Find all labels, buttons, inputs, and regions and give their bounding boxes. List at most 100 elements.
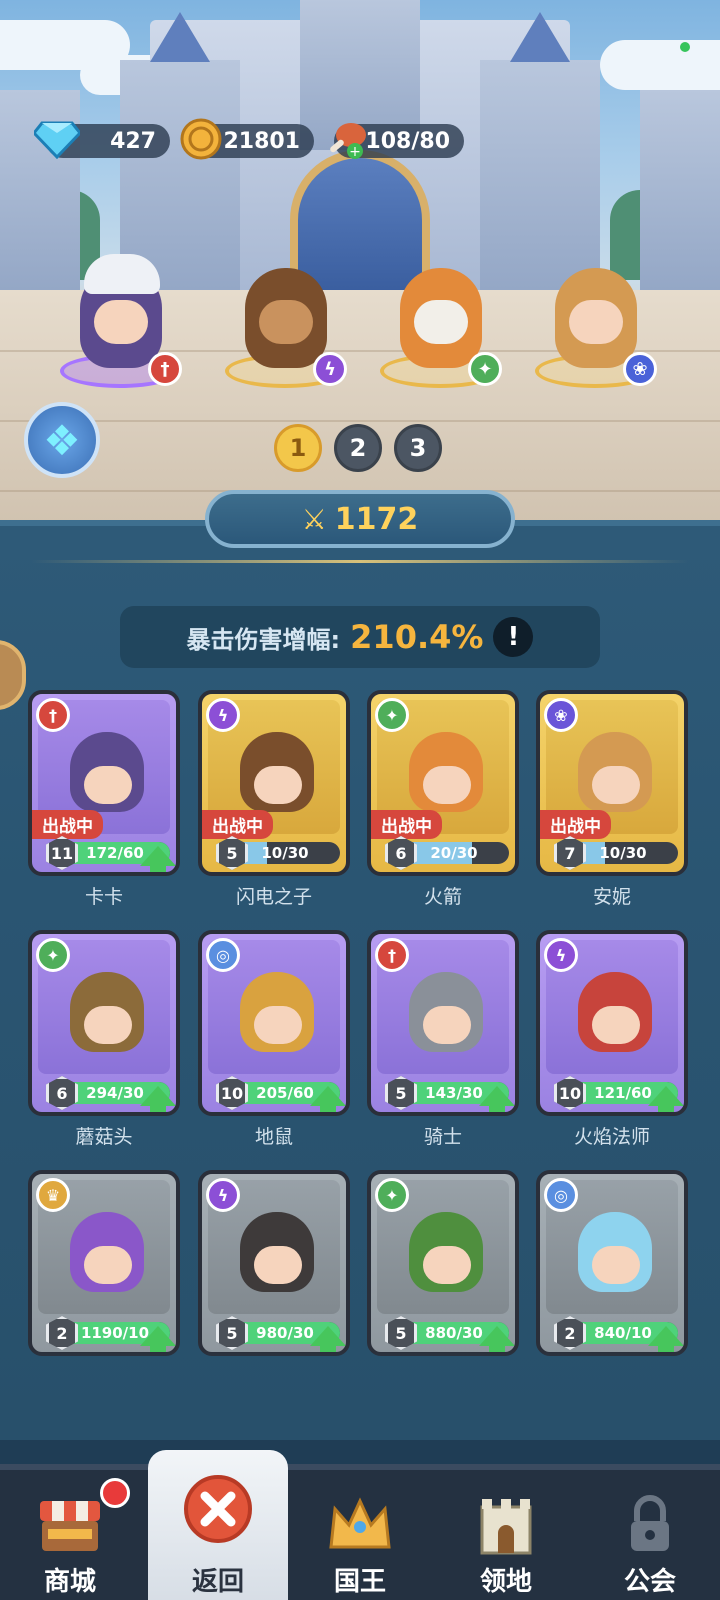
deployed-tag: 出战中 <box>371 810 442 839</box>
hero-name: 蘑菇头 <box>75 1126 133 1148</box>
castle-icon <box>471 1490 541 1560</box>
sword-class-icon: † <box>148 352 182 386</box>
hero-face <box>592 1006 640 1044</box>
deployed-tag: 出战中 <box>32 810 103 839</box>
hero-name: 卡卡 <box>84 886 123 908</box>
power-sword-icon: ⚔ <box>301 502 327 536</box>
hero-face <box>84 1006 132 1044</box>
notification-badge <box>100 1478 130 1508</box>
hero-face <box>592 766 640 804</box>
magic-class-icon: ϟ <box>206 1178 240 1212</box>
power-value: 1172 <box>334 501 419 537</box>
magic-class-icon: ϟ <box>313 352 347 386</box>
hero-card[interactable]: ✦ 294/30 6 <box>28 930 180 1116</box>
hero-card[interactable]: ϟ 出战中 10/30 5 <box>198 690 350 876</box>
hero-face <box>254 766 302 804</box>
hero-face <box>423 1006 471 1044</box>
team-tab-3[interactable]: 3 <box>394 424 442 472</box>
diamond-grid-icon: ❖ <box>43 415 81 465</box>
hero-name: 火箭 <box>423 886 462 908</box>
nav-guild[interactable]: 公会 <box>580 1470 720 1600</box>
hero-face <box>592 1246 640 1284</box>
coin-count: 21801 <box>223 128 300 154</box>
upgrade-arrow-stem <box>150 862 166 872</box>
team-power: ⚔ 1172 <box>205 490 515 548</box>
castle-scene: 427 21801 108/80 + † ϟ ✦ ❀ ❖ 1 2 3 <box>0 0 720 540</box>
stage-hero-rocket[interactable]: ✦ <box>370 248 510 388</box>
scroll-fade <box>0 1350 720 1440</box>
upgrade-arrow-stem <box>320 1102 336 1112</box>
crit-bonus-box: 暴击伤害增幅: 210.4% ! <box>120 606 600 668</box>
hero-face <box>259 300 313 344</box>
crown-class-icon: ♛ <box>36 1178 70 1212</box>
info-icon[interactable]: ! <box>493 617 534 657</box>
nav-shop[interactable]: 商城 <box>0 1470 140 1600</box>
hero-face <box>254 1246 302 1284</box>
divider <box>30 560 690 563</box>
close-icon <box>183 1474 253 1544</box>
spiral-class-icon: ◎ <box>206 938 240 972</box>
hero-face <box>84 766 132 804</box>
star-class-icon: ✦ <box>375 698 409 732</box>
formation-button[interactable]: ❖ <box>24 402 100 478</box>
hero-name: 闪电之子 <box>235 886 312 908</box>
nav-territory-label: 领地 <box>479 1567 532 1597</box>
tower-roof <box>510 12 570 62</box>
hero-card[interactable]: † 143/30 5 <box>367 930 519 1116</box>
nav-king[interactable]: 国王 <box>290 1470 430 1600</box>
nav-back[interactable]: 返回 <box>148 1450 288 1600</box>
tower-roof <box>150 12 210 62</box>
sword-class-icon: † <box>375 938 409 972</box>
paw-class-icon: ❀ <box>623 352 657 386</box>
cloud <box>600 40 720 90</box>
star-class-icon: ✦ <box>375 1178 409 1212</box>
hero-card[interactable]: ◎ 840/10 2 <box>536 1170 688 1356</box>
hero-card[interactable]: † 出战中 172/60 11 <box>28 690 180 876</box>
stage-hero-annie[interactable]: ❀ <box>525 248 665 388</box>
stage-hero-lightning[interactable]: ϟ <box>215 248 355 388</box>
gem-icon <box>34 116 80 162</box>
hero-card[interactable]: ♛ 1190/10 2 <box>28 1170 180 1356</box>
hero-hair <box>84 254 160 294</box>
nav-back-label: 返回 <box>191 1567 244 1597</box>
crown-icon <box>325 1490 395 1560</box>
stage-hero-kaka[interactable]: † <box>50 248 190 388</box>
hero-face <box>94 300 148 344</box>
deployed-tag: 出战中 <box>202 810 273 839</box>
team-tab-2[interactable]: 2 <box>334 424 382 472</box>
hero-face <box>569 300 623 344</box>
sword-class-icon: † <box>36 698 70 732</box>
hero-face <box>423 766 471 804</box>
crit-label: 暴击伤害增幅: <box>186 625 341 654</box>
nav-shop-label: 商城 <box>43 1567 96 1597</box>
nav-king-label: 国王 <box>333 1567 386 1597</box>
coin-icon <box>178 116 224 162</box>
hero-card[interactable]: ✦ 出战中 20/30 6 <box>367 690 519 876</box>
deployed-tag: 出战中 <box>540 810 611 839</box>
hero-name: 安妮 <box>592 886 631 908</box>
bottom-nav: 商城 返回 国王 领地 公会 <box>0 1450 720 1600</box>
hero-face <box>254 1006 302 1044</box>
nav-territory[interactable]: 领地 <box>436 1470 576 1600</box>
stamina-count: 108/80 <box>365 128 450 154</box>
status-dot <box>680 42 690 52</box>
upgrade-arrow-stem <box>658 1102 674 1112</box>
magic-class-icon: ϟ <box>544 938 578 972</box>
hero-card[interactable]: ✦ 880/30 5 <box>367 1170 519 1356</box>
spiral-class-icon: ◎ <box>544 1178 578 1212</box>
shop-icon <box>35 1490 105 1560</box>
hero-face <box>84 1246 132 1284</box>
lock-icon <box>615 1490 685 1560</box>
team-tab-1[interactable]: 1 <box>274 424 322 472</box>
hero-name: 火焰法师 <box>573 1126 650 1148</box>
hero-face <box>414 300 468 344</box>
upgrade-arrow-stem <box>489 1102 505 1112</box>
hero-card[interactable]: ◎ 205/60 10 <box>198 930 350 1116</box>
star-class-icon: ✦ <box>36 938 70 972</box>
svg-text:+: + <box>349 144 361 160</box>
magic-class-icon: ϟ <box>206 698 240 732</box>
hero-card[interactable]: ϟ 121/60 10 <box>536 930 688 1116</box>
hero-card[interactable]: ❀ 出战中 10/30 7 <box>536 690 688 876</box>
hero-card[interactable]: ϟ 980/30 5 <box>198 1170 350 1356</box>
hero-face <box>423 1246 471 1284</box>
